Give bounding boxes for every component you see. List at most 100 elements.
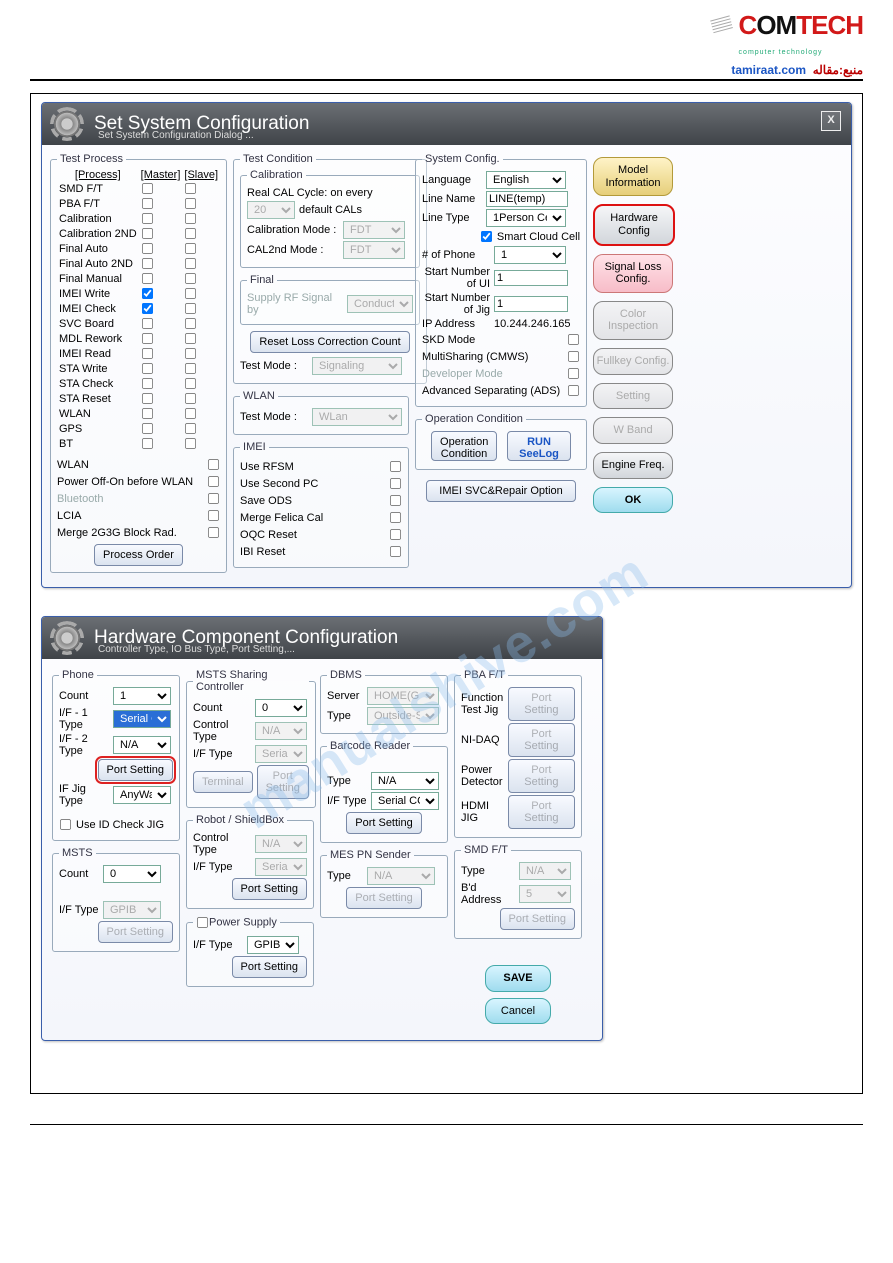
ok-button[interactable]: OK bbox=[593, 487, 673, 514]
run-seelog-button[interactable]: RUN SeeLog bbox=[507, 431, 571, 461]
fullkey-config-button[interactable]: Fullkey Config. bbox=[593, 348, 673, 375]
hardware-config-button[interactable]: Hardware Config bbox=[593, 204, 675, 245]
mshare-check[interactable] bbox=[568, 351, 579, 362]
line-name-field[interactable] bbox=[486, 191, 568, 207]
setting-button[interactable]: Setting bbox=[593, 383, 673, 410]
master-check[interactable] bbox=[142, 333, 153, 344]
slave-check[interactable] bbox=[185, 273, 196, 284]
master-check[interactable] bbox=[142, 273, 153, 284]
language-select[interactable]: English bbox=[486, 171, 566, 189]
msts-count-select[interactable]: 0 bbox=[103, 865, 161, 883]
slave-check[interactable] bbox=[185, 348, 196, 359]
model-info-button[interactable]: Model Information bbox=[593, 157, 673, 196]
smart-cloud-check[interactable] bbox=[481, 231, 492, 242]
close-icon[interactable]: X bbox=[821, 111, 841, 131]
operation-condition-button[interactable]: Operation Condition bbox=[431, 431, 497, 461]
ps-check[interactable] bbox=[197, 917, 208, 928]
master-check[interactable] bbox=[142, 393, 153, 404]
signal-loss-button[interactable]: Signal Loss Config. bbox=[593, 254, 673, 293]
robot-iftype-select[interactable]: Serial COM bbox=[255, 858, 307, 876]
slave-check[interactable] bbox=[185, 228, 196, 239]
if2-select[interactable]: N/A bbox=[113, 736, 171, 754]
cal2-mode-select[interactable]: FDT bbox=[343, 241, 405, 259]
process-order-button[interactable]: Process Order bbox=[94, 544, 183, 566]
slave-check[interactable] bbox=[185, 363, 196, 374]
slave-check[interactable] bbox=[185, 183, 196, 194]
save-button[interactable]: SAVE bbox=[485, 965, 551, 992]
master-check[interactable] bbox=[142, 348, 153, 359]
master-check[interactable] bbox=[142, 318, 153, 329]
slave-check[interactable] bbox=[185, 408, 196, 419]
wlan-tm-select[interactable]: WLan bbox=[312, 408, 402, 426]
master-check[interactable] bbox=[142, 213, 153, 224]
cal-mode-select[interactable]: FDT bbox=[343, 221, 405, 239]
phone-count-select[interactable]: 1 bbox=[113, 687, 171, 705]
ps-port-button[interactable]: Port Setting bbox=[232, 956, 307, 978]
share-count-select[interactable]: 0 bbox=[255, 699, 307, 717]
cancel-button[interactable]: Cancel bbox=[485, 998, 551, 1025]
ps-iftype-select[interactable]: GPIB bbox=[247, 936, 299, 954]
barcode-type-select[interactable]: N/A bbox=[371, 772, 439, 790]
slave-check[interactable] bbox=[185, 243, 196, 254]
master-check[interactable] bbox=[142, 408, 153, 419]
ifjig-select[interactable]: AnyWayJig bbox=[113, 786, 171, 804]
imei-svc-button[interactable]: IMEI SVC&Repair Option bbox=[426, 480, 576, 502]
smd-type-select[interactable]: N/A bbox=[519, 862, 571, 880]
imei-option-check[interactable] bbox=[390, 461, 401, 472]
share-ctrl-select[interactable]: N/A bbox=[255, 722, 307, 740]
imei-option-check[interactable] bbox=[390, 546, 401, 557]
master-check[interactable] bbox=[142, 378, 153, 389]
extra-option-check[interactable] bbox=[208, 459, 219, 470]
master-check[interactable] bbox=[142, 438, 153, 449]
msts-iftype-select[interactable]: GPIB bbox=[103, 901, 161, 919]
barcode-iftype-select[interactable]: Serial COM bbox=[371, 792, 439, 810]
extra-option-check[interactable] bbox=[208, 476, 219, 487]
reset-loss-button[interactable]: Reset Loss Correction Count bbox=[250, 331, 409, 353]
test-mode-select[interactable]: Signaling bbox=[312, 357, 402, 375]
extra-option-check[interactable] bbox=[208, 510, 219, 521]
wband-button[interactable]: W Band bbox=[593, 417, 673, 444]
slave-check[interactable] bbox=[185, 423, 196, 434]
barcode-port-button[interactable]: Port Setting bbox=[346, 812, 421, 834]
site-link[interactable]: tamiraat.com bbox=[731, 63, 806, 77]
if1-select[interactable]: Serial COM bbox=[113, 710, 171, 728]
master-check[interactable] bbox=[142, 258, 153, 269]
ads-check[interactable] bbox=[568, 385, 579, 396]
phone-port-setting-button[interactable]: Port Setting bbox=[98, 759, 173, 781]
mespn-type-select[interactable]: N/A bbox=[367, 867, 435, 885]
extra-option-check[interactable] bbox=[208, 493, 219, 504]
slave-check[interactable] bbox=[185, 318, 196, 329]
master-check[interactable] bbox=[142, 303, 153, 314]
dev-check[interactable] bbox=[568, 368, 579, 379]
use-id-check[interactable] bbox=[60, 819, 71, 830]
slave-check[interactable] bbox=[185, 333, 196, 344]
slave-check[interactable] bbox=[185, 258, 196, 269]
cal-cycle-select[interactable]: 20 bbox=[247, 201, 295, 219]
dbms-server-select[interactable]: HOME(GUMI) bbox=[367, 687, 439, 705]
line-type-select[interactable]: 1Person Cell bbox=[486, 209, 566, 227]
robot-port-button[interactable]: Port Setting bbox=[232, 878, 307, 900]
smd-bd-select[interactable]: 5 bbox=[519, 885, 571, 903]
master-check[interactable] bbox=[142, 243, 153, 254]
imei-option-check[interactable] bbox=[390, 529, 401, 540]
slave-check[interactable] bbox=[185, 198, 196, 209]
startui-field[interactable] bbox=[494, 270, 568, 286]
skd-check[interactable] bbox=[568, 334, 579, 345]
master-check[interactable] bbox=[142, 183, 153, 194]
extra-option-check[interactable] bbox=[208, 527, 219, 538]
master-check[interactable] bbox=[142, 423, 153, 434]
imei-option-check[interactable] bbox=[390, 478, 401, 489]
master-check[interactable] bbox=[142, 228, 153, 239]
imei-option-check[interactable] bbox=[390, 512, 401, 523]
slave-check[interactable] bbox=[185, 378, 196, 389]
master-check[interactable] bbox=[142, 288, 153, 299]
slave-check[interactable] bbox=[185, 213, 196, 224]
engine-freq-button[interactable]: Engine Freq. bbox=[593, 452, 673, 479]
color-inspection-button[interactable]: Color Inspection bbox=[593, 301, 673, 340]
startjig-field[interactable] bbox=[494, 296, 568, 312]
nphone-select[interactable]: 1 bbox=[494, 246, 566, 264]
slave-check[interactable] bbox=[185, 288, 196, 299]
slave-check[interactable] bbox=[185, 303, 196, 314]
imei-option-check[interactable] bbox=[390, 495, 401, 506]
slave-check[interactable] bbox=[185, 438, 196, 449]
